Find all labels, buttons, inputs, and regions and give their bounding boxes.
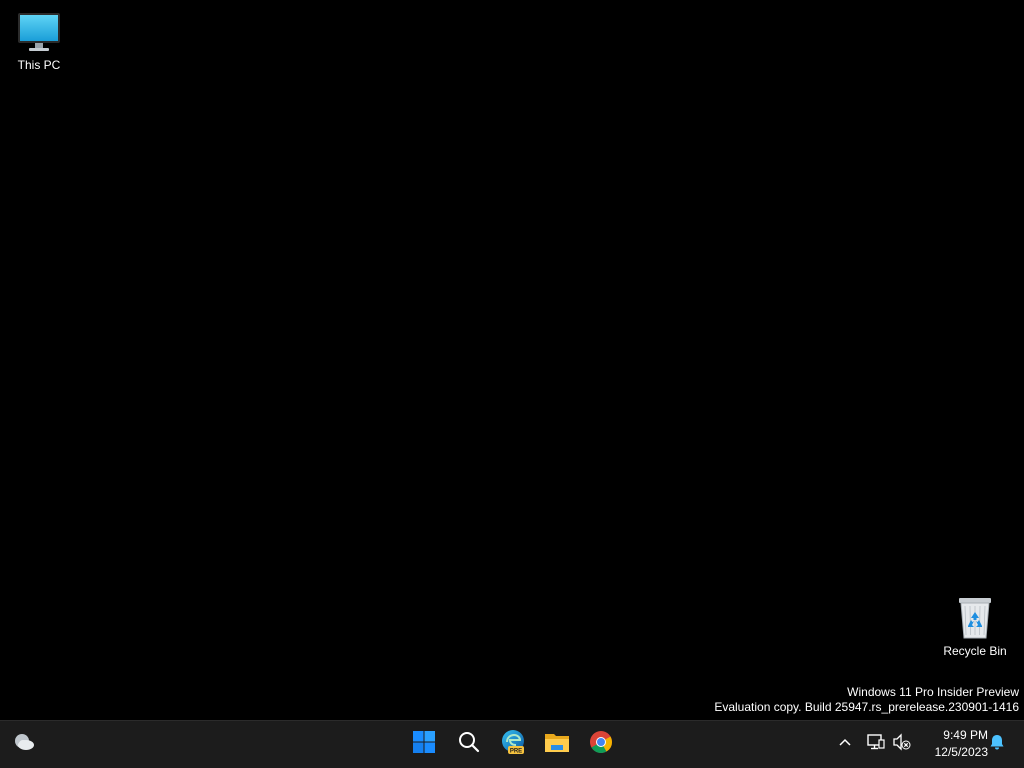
chevron-up-icon — [838, 735, 852, 754]
desktop-icon-label: Recycle Bin — [943, 644, 1007, 658]
desktop-icon-this-pc[interactable]: This PC — [1, 8, 77, 72]
recycle-bin-icon — [951, 594, 999, 642]
evaluation-watermark: Windows 11 Pro Insider Preview Evaluatio… — [714, 685, 1019, 715]
desktop[interactable]: This PC Recycle Bin Windows 11 Pro Insid… — [0, 0, 1024, 720]
desktop-icon-recycle-bin[interactable]: Recycle Bin — [937, 594, 1013, 658]
network-status-button[interactable] — [864, 721, 888, 768]
volume-muted-icon — [892, 733, 912, 756]
folder-icon — [544, 730, 570, 759]
search-icon — [457, 730, 481, 759]
edge-pre-badge: PRE — [510, 749, 522, 755]
network-icon — [866, 733, 886, 756]
weather-icon — [12, 730, 36, 759]
clock-button[interactable]: 9:49 PM 12/5/2023 — [918, 727, 988, 763]
watermark-build: Evaluation copy. Build 25947.rs_prerelea… — [714, 700, 1019, 714]
taskbar-file-explorer-button[interactable] — [535, 721, 579, 768]
desktop-icon-label: This PC — [17, 58, 61, 72]
taskbar: PRE 9:49 PM 12/5/2023 — [0, 720, 1024, 768]
watermark-edition: Windows 11 Pro Insider Preview — [847, 685, 1019, 699]
taskbar-chrome-button[interactable] — [579, 721, 623, 768]
clock-time: 9:49 PM — [943, 728, 988, 742]
volume-button[interactable] — [890, 721, 914, 768]
bell-icon — [988, 733, 1006, 756]
notifications-button[interactable] — [984, 721, 1010, 768]
windows-start-icon — [412, 730, 436, 759]
clock-date: 12/5/2023 — [934, 745, 988, 759]
chrome-icon — [589, 730, 613, 759]
edge-preview-icon: PRE — [500, 729, 526, 760]
monitor-icon — [15, 8, 63, 56]
widgets-button[interactable] — [4, 721, 44, 768]
taskbar-edge-preview-button[interactable]: PRE — [491, 721, 535, 768]
search-button[interactable] — [447, 721, 491, 768]
show-hidden-icons-button[interactable] — [832, 721, 858, 768]
start-button[interactable] — [402, 721, 446, 768]
